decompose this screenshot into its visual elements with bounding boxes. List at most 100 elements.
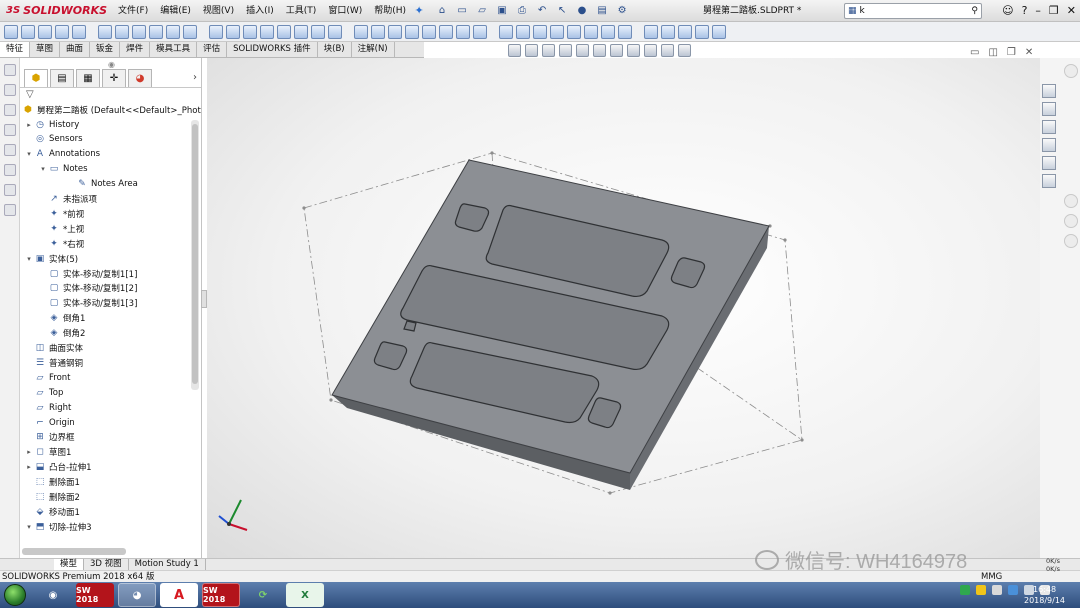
lofted-cut-icon[interactable] [166,24,180,39]
feature-manager-tab-icon[interactable]: ⬢ [24,69,48,87]
menu-tools[interactable]: 工具(T) [280,0,323,22]
smart-dimension-icon[interactable] [661,24,675,39]
tree-node[interactable]: ▾ ▣ 实体(5) [24,251,78,266]
tree-node[interactable]: ⬚ 删除面2 [24,490,80,505]
tree-node[interactable]: ▸ ⬓ 凸台-拉伸1 [24,460,91,475]
loft-boss-icon[interactable] [55,24,69,39]
help-icon[interactable]: ? [1022,0,1028,22]
tab-motion-study[interactable]: Motion Study 1 [129,559,206,570]
extrude-boss-icon[interactable] [4,24,18,39]
tree-node[interactable]: ⊞ 边界框 [24,430,74,445]
search-icon[interactable]: ⚲ [971,6,978,16]
tray-app-icon-2[interactable] [976,585,986,595]
tree-node[interactable]: ▾ A Annotations [24,147,100,162]
sketch-tool-icon[interactable] [644,24,658,39]
tree-node[interactable]: ▢ 实体-移动/复制1[2] [38,281,138,296]
boundary-boss-icon[interactable] [72,24,86,39]
open-folder-icon[interactable]: ▱ [474,3,490,19]
tree-node[interactable]: ▱ Front [24,370,71,385]
menu-view[interactable]: 视图(V) [197,0,240,22]
tree-root[interactable]: ⬢ 舅程第二踏板 (Default<<Default>_Phot [22,102,201,117]
rib-icon[interactable] [243,24,257,39]
display-manager-tab-icon[interactable]: ◕ [128,69,152,87]
combine-icon[interactable] [439,24,453,39]
tree-node[interactable]: ⌐ Origin [24,415,74,430]
viewport-tile-icon[interactable]: ◫ [988,47,997,58]
menu-help[interactable]: 帮助(H) [368,0,412,22]
tab-model[interactable]: 模型 [54,559,85,570]
graphics-area[interactable] [207,58,1040,558]
note-strip-icon[interactable] [4,104,16,116]
property-manager-tab-icon[interactable]: ▤ [50,69,74,87]
tree-node[interactable]: ✦ *上视 [38,221,84,236]
weld-symbol-strip-icon[interactable] [4,164,16,176]
options-gear-icon[interactable]: ⚙ [614,3,630,19]
fillet-icon[interactable] [209,24,223,39]
surface-finish-strip-icon[interactable] [4,144,16,156]
tree-node[interactable]: ✎ Notes Area [66,177,138,192]
tolerance-strip-icon[interactable] [4,204,16,216]
taskbar-solidworks-2[interactable]: SW 2018 [202,583,240,607]
viewport-restore-icon[interactable]: ❐ [1007,47,1016,58]
tab-addins[interactable]: SOLIDWORKS 插件 [227,42,318,57]
taskbar-app-media-icon[interactable]: ◉ [34,583,72,607]
tree-scrollbar[interactable] [191,120,199,390]
taskbar-acrobat[interactable]: A [160,583,198,607]
tree-node[interactable]: ✦ *右视 [38,236,84,251]
instant3d-icon[interactable] [388,24,402,39]
viewport-minimize-icon[interactable]: ▭ [970,47,979,58]
revolve-boss-icon[interactable] [21,24,35,39]
tree-node[interactable]: ▱ Top [24,385,64,400]
dimxpert-tab-icon[interactable]: ✛ [102,69,126,87]
panel-expand-icon[interactable]: › [193,72,197,83]
edit-appearance-icon[interactable] [644,44,657,57]
configuration-manager-tab-icon[interactable]: ▦ [76,69,100,87]
viewport-close-icon[interactable]: ✕ [1025,47,1033,58]
section-properties-icon[interactable] [712,24,726,39]
start-button[interactable] [0,582,30,608]
taskbar-refresh-icon[interactable]: ⟳ [244,583,282,607]
tab-blocks[interactable]: 块(B) [318,42,352,57]
tab-surfaces[interactable]: 曲面 [60,42,91,57]
section-view-icon[interactable] [559,44,572,57]
tree-node[interactable]: ↗ 未指派项 [38,192,97,207]
home-icon[interactable]: ⌂ [434,3,450,19]
move-copy-body-icon[interactable] [405,24,419,39]
design-library-icon[interactable] [1042,102,1056,116]
shell-icon[interactable] [277,24,291,39]
tray-app-icon-3[interactable] [992,585,1002,595]
tree-node[interactable]: ◈ 倒角2 [38,326,86,341]
dome-icon[interactable] [584,24,598,39]
measure-icon[interactable] [695,24,709,39]
flex-icon[interactable] [550,24,564,39]
datum-strip-icon[interactable] [4,184,16,196]
solidworks-resources-icon[interactable] [1042,84,1056,98]
close-button[interactable]: ✕ [1067,0,1076,22]
tab-sheet-metal[interactable]: 钣金 [90,42,121,57]
tree-node[interactable]: ▾ ▭ Notes [38,162,87,177]
tree-node[interactable]: ▾ ⬒ 切除-拉伸3 [24,519,91,534]
reference-geometry-icon[interactable] [354,24,368,39]
hide-show-items-icon[interactable] [627,44,640,57]
view-settings-icon[interactable] [678,44,691,57]
freeform-icon[interactable] [499,24,513,39]
taskbar-clock[interactable]: 16:48 2018/9/14 [1024,584,1065,606]
apply-scene-icon[interactable] [661,44,674,57]
tab-3d-views[interactable]: 3D 视图 [84,559,129,570]
zoom-to-area-icon[interactable] [525,44,538,57]
taskbar-excel-icon[interactable]: X [286,583,324,607]
cosmetic-thread-icon[interactable] [618,24,632,39]
expand-toggle-icon[interactable]: ▾ [24,150,34,158]
intersect-icon[interactable] [311,24,325,39]
expand-toggle-icon[interactable]: ▸ [24,121,34,129]
tree-node[interactable]: ◫ 曲面实体 [24,341,83,356]
previous-view-icon[interactable] [542,44,555,57]
tray-app-icon-4[interactable] [1008,585,1018,595]
text-strip-icon[interactable] [4,84,16,96]
search-input[interactable]: ▦ k ⚲ [844,3,982,19]
select-icon[interactable]: ↖ [554,3,570,19]
menu-window[interactable]: 窗口(W) [322,0,368,22]
file-properties-icon[interactable]: ▤ [594,3,610,19]
tree-node[interactable]: ▸ ◻ 草图1 [24,445,71,460]
expand-toggle-icon[interactable]: ▸ [24,463,34,471]
